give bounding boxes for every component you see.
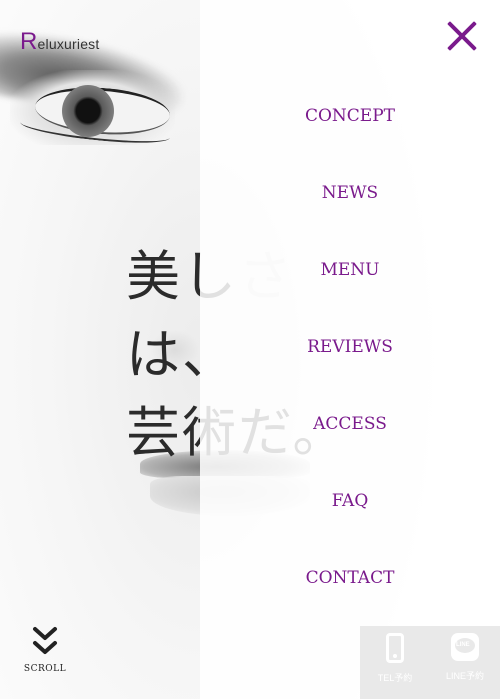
line-icon — [451, 633, 479, 661]
logo-text: eluxuriest — [37, 36, 100, 52]
phone-icon — [386, 633, 404, 663]
tel-reserve-label: TEL予約 — [377, 673, 413, 683]
global-nav: CONCEPT NEWS MENU REVIEWS ACCESS FAQ CON… — [200, 0, 500, 699]
nav-item-menu[interactable]: MENU — [200, 260, 500, 280]
scroll-button[interactable]: SCROLL — [22, 626, 68, 674]
scroll-label: SCROLL — [23, 664, 67, 674]
nav-item-concept[interactable]: CONCEPT — [200, 106, 500, 126]
nav-item-news[interactable]: NEWS — [200, 183, 500, 203]
double-chevron-down-icon — [33, 627, 57, 654]
nav-item-access[interactable]: ACCESS — [200, 414, 500, 434]
line-reserve-button[interactable]: LINE予約 — [430, 626, 500, 699]
site-logo[interactable]: Reluxuriest — [20, 28, 99, 56]
nav-item-faq[interactable]: FAQ — [200, 491, 500, 511]
nav-item-contact[interactable]: CONTACT — [200, 568, 500, 588]
tel-reserve-button[interactable]: TEL予約 — [360, 626, 430, 699]
nav-item-reviews[interactable]: REVIEWS — [200, 337, 500, 357]
reserve-bar: TEL予約 LINE予約 — [360, 626, 500, 699]
line-reserve-label: LINE予約 — [445, 671, 484, 681]
logo-initial: R — [20, 28, 38, 55]
